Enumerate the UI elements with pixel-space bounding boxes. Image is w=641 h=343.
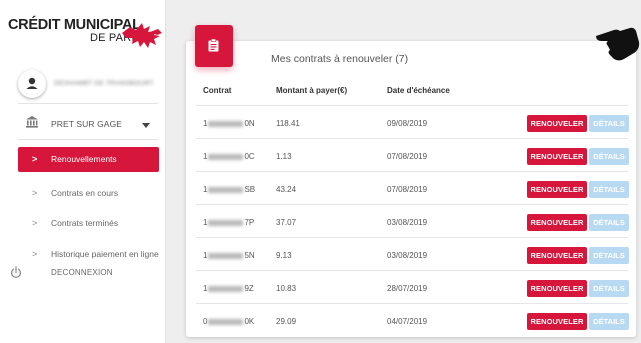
redacted-digits [208,120,244,127]
person-icon [26,77,38,89]
renew-button[interactable]: RENOUVELER [527,313,587,330]
details-button[interactable]: DÉTAILS [589,115,629,132]
redacted-digits [208,186,244,193]
user-profile[interactable]: DESHAMBT DE TRANSBOURT [18,70,160,102]
nav-label: Contrats en cours [51,188,119,198]
hand-pointer-icon [596,27,640,61]
column-header-contrat: Contrat [203,86,232,95]
details-button[interactable]: DÉTAILS [589,181,629,198]
avatar[interactable] [18,70,46,98]
row-divider [196,204,628,205]
contract-prefix: 0 [203,317,208,326]
details-button[interactable]: DÉTAILS [589,148,629,165]
amount: 118.41 [276,119,300,128]
contract-prefix: 1 [203,218,208,227]
contract-number: 1 9Z [203,284,254,293]
nav-label: Historique paiement en ligne [51,249,159,259]
contract-suffix: SB [244,185,256,194]
contract-prefix: 1 [203,251,208,260]
due-date: 28/07/2019 [387,284,428,293]
row-divider [196,171,628,172]
renew-button[interactable]: RENOUVELER [527,181,587,198]
product-label: PRET SUR GAGE [51,119,123,129]
contract-suffix: 0K [244,317,255,326]
contract-suffix: 9Z [244,284,254,293]
details-button[interactable]: DÉTAILS [589,214,629,231]
amount: 37.07 [276,218,297,227]
bank-icon [26,116,38,128]
contract-number: 1 SB [203,185,255,194]
nav-item-contrats-en-cours[interactable]: > Contrats en cours [18,181,159,206]
renew-button[interactable]: RENOUVELER [527,214,587,231]
column-header-montant: Montant à payer(€) [276,86,348,95]
contract-number: 1 5N [203,251,255,260]
chevron-right-icon: > [32,249,38,259]
chevron-right-icon: > [32,154,38,164]
due-date: 09/08/2019 [387,119,428,128]
power-icon[interactable] [10,266,22,279]
due-date: 07/08/2019 [387,152,428,161]
clipboard-icon [208,39,219,52]
card-badge [195,25,233,67]
amount: 1.13 [276,152,292,161]
row-divider [196,237,628,238]
contract-number: 1 0N [203,119,255,128]
user-name: DESHAMBT DE TRANSBOURT [54,80,154,87]
contract-suffix: 7P [244,218,255,227]
amount: 43.24 [276,185,297,194]
nav-item-contrats-termines[interactable]: > Contrats terminés [18,211,159,236]
divider [18,103,158,104]
redacted-digits [208,219,244,226]
contracts-card: Mes contrats à renouveler (7) Contrat Mo… [186,25,636,337]
due-date: 03/08/2019 [387,218,428,227]
amount: 9.13 [276,251,292,260]
renew-button[interactable]: RENOUVELER [527,247,587,264]
redacted-digits [208,285,244,292]
row-divider [196,303,628,304]
nav-item-historique-paiement[interactable]: > Historique paiement en ligne [18,242,159,267]
contract-prefix: 1 [203,119,208,128]
nav-item-renouvellements[interactable]: > Renouvellements [18,147,159,172]
contract-suffix: 0C [244,152,255,161]
amount: 29.09 [276,317,297,326]
row-divider [196,138,628,139]
product-selector[interactable]: PRET SUR GAGE [18,111,160,137]
column-header-date: Date d'échéance [387,86,450,95]
details-button[interactable]: DÉTAILS [589,247,629,264]
chevron-right-icon: > [32,218,38,228]
contract-number: 1 0C [203,152,255,161]
renew-button[interactable]: RENOUVELER [527,280,587,297]
due-date: 03/08/2019 [387,251,428,260]
contract-number: 1 7P [203,218,254,227]
due-date: 04/07/2019 [387,317,428,326]
renew-button[interactable]: RENOUVELER [527,148,587,165]
chevron-right-icon: > [32,188,38,198]
nav-label: Contrats terminés [51,218,119,228]
contract-prefix: 1 [203,185,208,194]
redacted-digits [208,318,244,325]
contract-number: 0 0K [203,317,254,326]
contract-suffix: 5N [244,251,255,260]
due-date: 07/08/2019 [387,185,428,194]
row-divider [196,270,628,271]
amount: 10.83 [276,284,297,293]
sidebar: CRÉDIT MUNICIPAL DE PARIS DESHAMBT DE TR… [0,0,166,343]
logout-link[interactable]: DECONNEXION [51,268,113,277]
contract-suffix: 0N [244,119,255,128]
brand-logo[interactable]: CRÉDIT MUNICIPAL DE PARIS [8,6,162,50]
row-divider [196,105,628,106]
divider [18,139,158,140]
winged-lion-icon [122,23,162,48]
contract-prefix: 1 [203,152,208,161]
caret-down-icon [142,123,150,128]
renew-button[interactable]: RENOUVELER [527,115,587,132]
redacted-digits [208,252,244,259]
details-button[interactable]: DÉTAILS [589,313,629,330]
card-title: Mes contrats à renouveler (7) [271,53,409,65]
details-button[interactable]: DÉTAILS [589,280,629,297]
nav-label: Renouvellements [51,154,117,164]
redacted-digits [208,153,244,160]
contract-prefix: 1 [203,284,208,293]
